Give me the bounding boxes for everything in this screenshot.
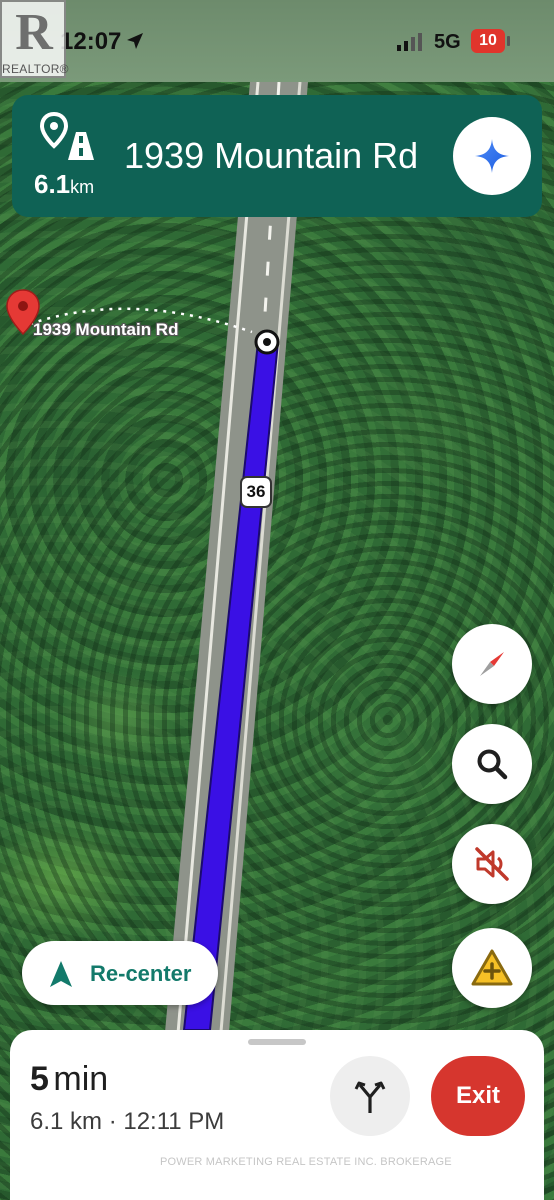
realtor-logo-label: REALTOR®	[2, 62, 69, 76]
battery-level: 10	[471, 29, 505, 53]
turn-distance-value: 6.1	[34, 169, 71, 199]
turn-distance-unit: km	[70, 177, 95, 197]
sparkle-icon	[475, 139, 509, 173]
navigation-arrow-icon	[49, 960, 73, 993]
destination-street: 1939 Mountain Rd	[124, 135, 419, 176]
turn-distance: 6.1km	[34, 169, 94, 200]
cellular-signal-icon	[397, 33, 425, 56]
alternate-routes-icon	[354, 1081, 386, 1113]
trip-summary-sheet[interactable]: 5 min 6.1 km · 12:11 PM Exit POWER MARKE…	[10, 1030, 544, 1200]
sheet-drag-handle[interactable]	[248, 1039, 306, 1045]
battery-icon	[507, 36, 510, 46]
assistant-button[interactable]	[453, 117, 531, 195]
sound-off-icon	[475, 847, 509, 881]
realtor-logo-letter: R	[15, 4, 53, 61]
status-time: 12:07	[60, 28, 122, 55]
realtor-logo: R REALTOR®	[0, 0, 69, 78]
brokerage-watermark: POWER MARKETING REAL ESTATE INC. BROKERA…	[160, 1156, 452, 1168]
network-type: 5G	[434, 31, 461, 53]
location-arrow-icon	[126, 32, 144, 55]
highway-shield: 36	[240, 476, 272, 508]
search-button[interactable]	[452, 724, 532, 804]
compass-button[interactable]	[452, 624, 532, 704]
trip-duration-value: 5	[30, 1060, 49, 1098]
mute-button[interactable]	[452, 824, 532, 904]
trip-duration-unit: min	[53, 1060, 109, 1098]
navigation-header[interactable]: 6.1km 1939 Mountain Rd	[12, 95, 542, 217]
trip-duration: 5 min	[30, 1060, 108, 1099]
destination-label[interactable]: 1939 Mountain Rd	[33, 320, 178, 340]
recenter-button[interactable]: Re-center	[22, 941, 218, 1005]
trip-details: 6.1 km · 12:11 PM	[30, 1108, 225, 1135]
search-icon	[477, 749, 508, 780]
alternate-routes-button[interactable]	[330, 1056, 410, 1136]
status-bar: 12:07 5G 10	[0, 0, 554, 82]
compass-icon	[480, 652, 504, 676]
report-incident-icon	[471, 949, 513, 986]
report-incident-button[interactable]	[452, 928, 532, 1008]
recenter-label: Re-center	[90, 961, 192, 986]
exit-button[interactable]: Exit	[431, 1056, 525, 1136]
destination-on-road-icon	[39, 111, 96, 167]
